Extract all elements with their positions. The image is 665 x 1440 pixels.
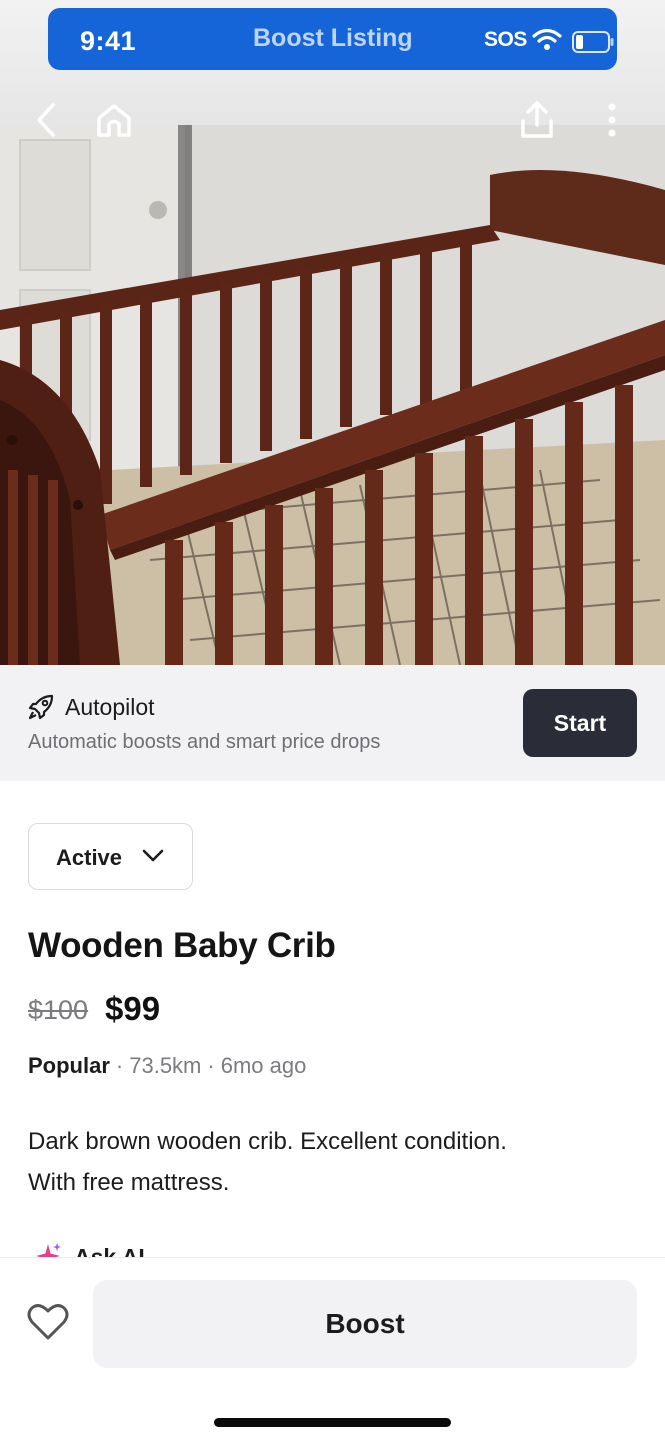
listing-status-dropdown[interactable]: Active	[28, 823, 193, 890]
start-autopilot-button[interactable]: Start	[523, 689, 637, 757]
wifi-icon	[532, 28, 562, 50]
autopilot-subtitle: Automatic boosts and smart price drops	[28, 731, 381, 753]
home-icon	[97, 104, 131, 137]
meta-separator: ·	[207, 1053, 215, 1078]
battery-icon	[572, 31, 614, 53]
home-button[interactable]	[92, 98, 136, 142]
autopilot-title: Autopilot	[65, 694, 155, 720]
more-button[interactable]	[590, 98, 634, 142]
meta-separator: ·	[115, 1053, 124, 1078]
original-price: $100	[28, 995, 89, 1025]
sparkle-icon	[36, 1243, 61, 1258]
listing-photo[interactable]: 9:41 Boost Listing SOS	[0, 0, 665, 665]
autopilot-banner: Autopilot Automatic boosts and smart pri…	[0, 665, 665, 781]
listing-description: Dark brown wooden crib. Excellent condit…	[28, 1121, 628, 1203]
share-icon	[521, 101, 553, 138]
home-indicator	[214, 1418, 451, 1427]
description-line: Dark brown wooden crib. Excellent condit…	[28, 1128, 507, 1155]
back-button[interactable]	[24, 98, 68, 142]
status-bar: 9:41 Boost Listing SOS	[48, 8, 617, 70]
listing-status-label: Active	[56, 845, 123, 870]
more-vertical-icon	[608, 103, 616, 137]
ask-ai-label: Ask AI	[74, 1244, 145, 1258]
listing-distance: 73.5km	[129, 1053, 202, 1078]
ask-ai-button[interactable]: Ask AI	[28, 1238, 228, 1258]
heart-icon[interactable]	[26, 1302, 70, 1342]
chevron-down-icon	[142, 849, 164, 862]
bottom-action-bar: Boost	[0, 1257, 665, 1440]
listing-age: 6mo ago	[220, 1053, 307, 1078]
description-line: With free mattress.	[28, 1169, 230, 1196]
sos-indicator: SOS	[484, 28, 527, 51]
listing-meta: Popular · 73.5km · 6mo ago	[28, 1053, 306, 1079]
chevron-left-icon	[37, 103, 55, 137]
share-button[interactable]	[515, 98, 559, 142]
status-title: Boost Listing	[253, 24, 413, 52]
listing-title: Wooden Baby Crib	[28, 926, 336, 965]
boost-button[interactable]: Boost	[93, 1280, 637, 1368]
status-time: 9:41	[80, 26, 137, 56]
rocket-icon	[28, 694, 54, 720]
popular-tag: Popular	[28, 1053, 110, 1078]
current-price: $99	[105, 990, 161, 1027]
